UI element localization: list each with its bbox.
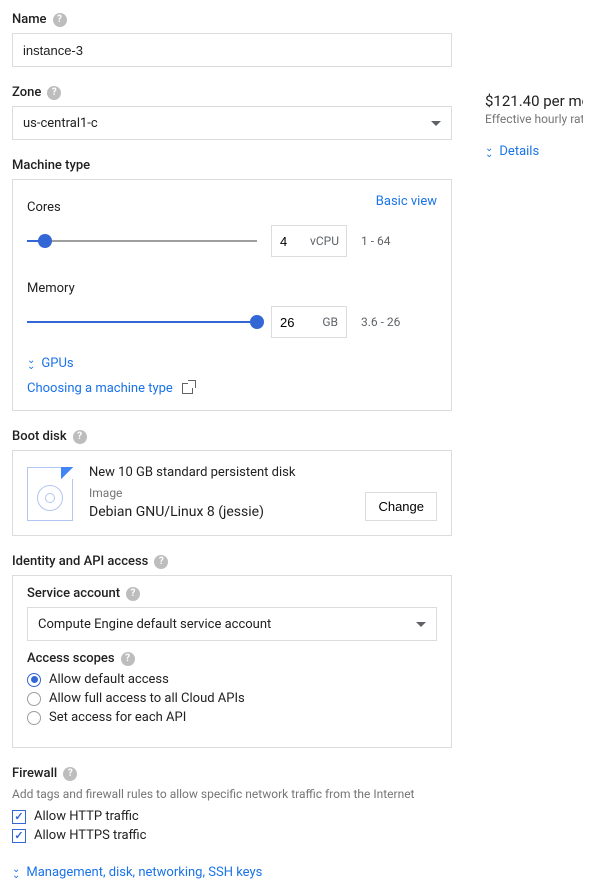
basic-view-link[interactable]: Basic view xyxy=(376,194,437,209)
access-scope-radio[interactable]: Allow full access to all Cloud APIs xyxy=(27,691,437,706)
cores-slider[interactable] xyxy=(27,231,257,251)
boot-disk-panel: New 10 GB standard persistent disk Image… xyxy=(12,450,452,536)
chevron-down-icon xyxy=(416,622,426,627)
help-icon[interactable]: ? xyxy=(73,430,87,444)
gpus-expand[interactable]: ⌄⌄ GPUs xyxy=(27,356,437,371)
slider-thumb[interactable] xyxy=(38,234,52,248)
radio-icon xyxy=(27,711,41,725)
name-label: Name xyxy=(12,12,47,27)
checkbox-icon: ✓ xyxy=(12,810,26,824)
memory-input[interactable] xyxy=(280,315,310,330)
boot-disk-image: Debian GNU/Linux 8 (jessie) xyxy=(89,504,349,520)
service-account-value: Compute Engine default service account xyxy=(38,617,271,632)
chevron-double-down-icon: ⌄⌄ xyxy=(27,358,35,370)
machine-type-panel: Cores Basic view vCPU 1 - 64 Memory xyxy=(12,179,452,411)
boot-disk-meta-label: Image xyxy=(89,486,349,500)
identity-panel: Service account ? Compute Engine default… xyxy=(12,575,452,748)
radio-icon xyxy=(27,673,41,687)
memory-range: 3.6 - 26 xyxy=(361,315,400,329)
help-icon[interactable]: ? xyxy=(63,767,77,781)
allow-https-checkbox[interactable]: ✓ Allow HTTPS traffic xyxy=(12,828,455,843)
help-icon[interactable]: ? xyxy=(47,86,61,100)
cores-input[interactable] xyxy=(280,234,310,249)
firewall-helper: Add tags and firewall rules to allow spe… xyxy=(12,787,455,801)
chevron-double-down-icon: ⌄⌄ xyxy=(12,867,20,879)
memory-label: Memory xyxy=(27,281,437,296)
firewall-label: Firewall xyxy=(12,766,57,781)
disk-icon xyxy=(27,467,73,521)
boot-disk-title: New 10 GB standard persistent disk xyxy=(89,465,349,480)
chevron-down-icon xyxy=(431,121,441,126)
identity-label: Identity and API access xyxy=(12,554,148,569)
service-account-select[interactable]: Compute Engine default service account xyxy=(27,607,437,641)
access-scope-radio[interactable]: Set access for each API xyxy=(27,710,437,725)
slider-thumb[interactable] xyxy=(250,315,264,329)
access-scope-radio[interactable]: Allow default access xyxy=(27,672,437,687)
price-details-expand[interactable]: ⌄⌄ Details xyxy=(485,144,583,159)
management-expand[interactable]: ⌄⌄ Management, disk, networking, SSH key… xyxy=(12,865,455,880)
cores-range: 1 - 64 xyxy=(361,234,391,248)
service-account-label: Service account xyxy=(27,586,120,601)
memory-slider[interactable] xyxy=(27,312,257,332)
change-boot-disk-button[interactable]: Change xyxy=(365,492,437,521)
help-icon[interactable]: ? xyxy=(154,555,168,569)
zone-select[interactable]: us-central1-c xyxy=(12,106,452,140)
machine-type-label: Machine type xyxy=(12,158,90,173)
name-input[interactable] xyxy=(12,33,452,67)
help-icon[interactable]: ? xyxy=(121,652,135,666)
chevron-double-down-icon: ⌄⌄ xyxy=(485,146,493,158)
cores-unit: vCPU xyxy=(310,234,339,248)
zone-label: Zone xyxy=(12,85,41,100)
zone-value: us-central1-c xyxy=(23,116,98,131)
help-icon[interactable]: ? xyxy=(126,587,140,601)
radio-icon xyxy=(27,692,41,706)
choose-machine-type-link[interactable]: Choosing a machine type xyxy=(27,381,173,396)
access-scopes-label: Access scopes xyxy=(27,651,115,666)
boot-disk-label: Boot disk xyxy=(12,429,67,444)
price-hourly: Effective hourly rate $0.166 xyxy=(485,112,583,126)
price-monthly: $121.40 per month estimated xyxy=(485,92,583,110)
memory-unit: GB xyxy=(322,315,338,329)
allow-http-checkbox[interactable]: ✓ Allow HTTP traffic xyxy=(12,809,455,824)
help-icon[interactable]: ? xyxy=(53,13,67,27)
cores-label: Cores xyxy=(27,200,61,215)
external-link-icon xyxy=(182,383,193,394)
